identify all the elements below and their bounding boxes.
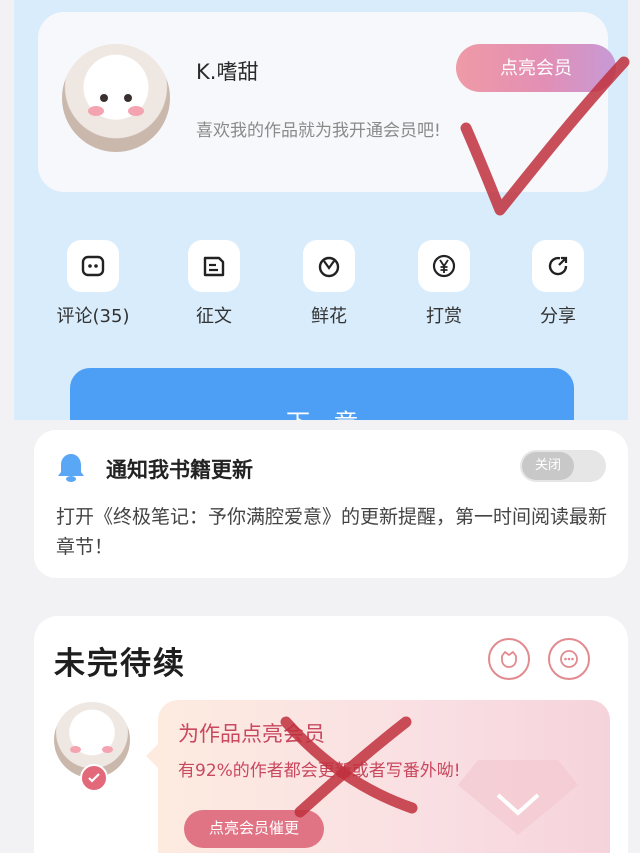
action-reward[interactable]: 打赏: [399, 240, 489, 328]
story-card: 未完待续 为作品点亮会员 有92%的作者都会更新或者写番外呦! 点亮会员催更: [34, 616, 628, 853]
author-subtitle: 喜欢我的作品就为我开通会员吧!: [196, 121, 441, 141]
avatar-cheek: [128, 106, 144, 116]
story-title: 未完待续: [54, 646, 186, 682]
flower-icon: [303, 240, 355, 292]
bell-icon: [58, 454, 84, 482]
vip-prompt-bubble: 为作品点亮会员 有92%的作者都会更新或者写番外呦! 点亮会员催更: [158, 700, 610, 853]
action-flower[interactable]: 鲜花: [284, 240, 374, 328]
check-badge: [80, 764, 108, 792]
bubble-tail: [146, 744, 158, 768]
notify-card: 通知我书籍更新 关闭 打开《终极笔记：予你满腔爱意》的更新提醒，第一时间阅读最新…: [34, 430, 628, 578]
check-icon: [88, 773, 100, 783]
comment-icon: [67, 240, 119, 292]
action-label: 分享: [540, 306, 576, 327]
diamond-decoration: [458, 760, 578, 835]
action-label: 评论(35): [56, 306, 130, 327]
toggle-label: 关闭: [522, 452, 574, 480]
author-panel: K.嗜甜 喜欢我的作品就为我开通会员吧! 点亮会员 评论(35) 征文 鲜花 打…: [14, 0, 628, 420]
vip-button[interactable]: 点亮会员: [456, 44, 616, 92]
essay-icon: [188, 240, 240, 292]
action-label: 鲜花: [311, 306, 347, 327]
action-label: 打赏: [426, 306, 462, 327]
action-label: 征文: [196, 306, 232, 327]
share-icon: [532, 240, 584, 292]
avatar-cheek: [102, 746, 113, 753]
avatar-eye: [100, 94, 108, 102]
bubble-title: 为作品点亮会员: [178, 722, 325, 746]
comment-button[interactable]: [548, 638, 590, 680]
action-share[interactable]: 分享: [513, 240, 603, 328]
avatar-eye: [124, 94, 132, 102]
next-chapter-button[interactable]: 下一章: [70, 368, 574, 420]
notify-title: 通知我书籍更新: [106, 458, 253, 482]
vip-urge-button[interactable]: 点亮会员催更: [184, 810, 324, 848]
avatar-cheek: [88, 106, 104, 116]
comment-icon: [560, 650, 578, 668]
yen-icon: [418, 240, 470, 292]
flower-button[interactable]: [488, 638, 530, 680]
avatar-cheek: [70, 746, 81, 753]
action-comment[interactable]: 评论(35): [48, 240, 138, 328]
action-bar: 评论(35) 征文 鲜花 打赏 分享: [14, 240, 628, 340]
bubble-subtitle: 有92%的作者都会更新或者写番外呦!: [178, 761, 461, 781]
author-avatar[interactable]: [62, 44, 170, 152]
notify-text: 打开《终极笔记：予你满腔爱意》的更新提醒，第一时间阅读最新章节！: [56, 506, 608, 558]
flower-icon: [501, 651, 517, 668]
author-card: K.嗜甜 喜欢我的作品就为我开通会员吧! 点亮会员: [38, 12, 616, 192]
notify-toggle[interactable]: 关闭: [520, 450, 606, 482]
author-name: K.嗜甜: [196, 60, 259, 84]
action-essay[interactable]: 征文: [169, 240, 259, 328]
